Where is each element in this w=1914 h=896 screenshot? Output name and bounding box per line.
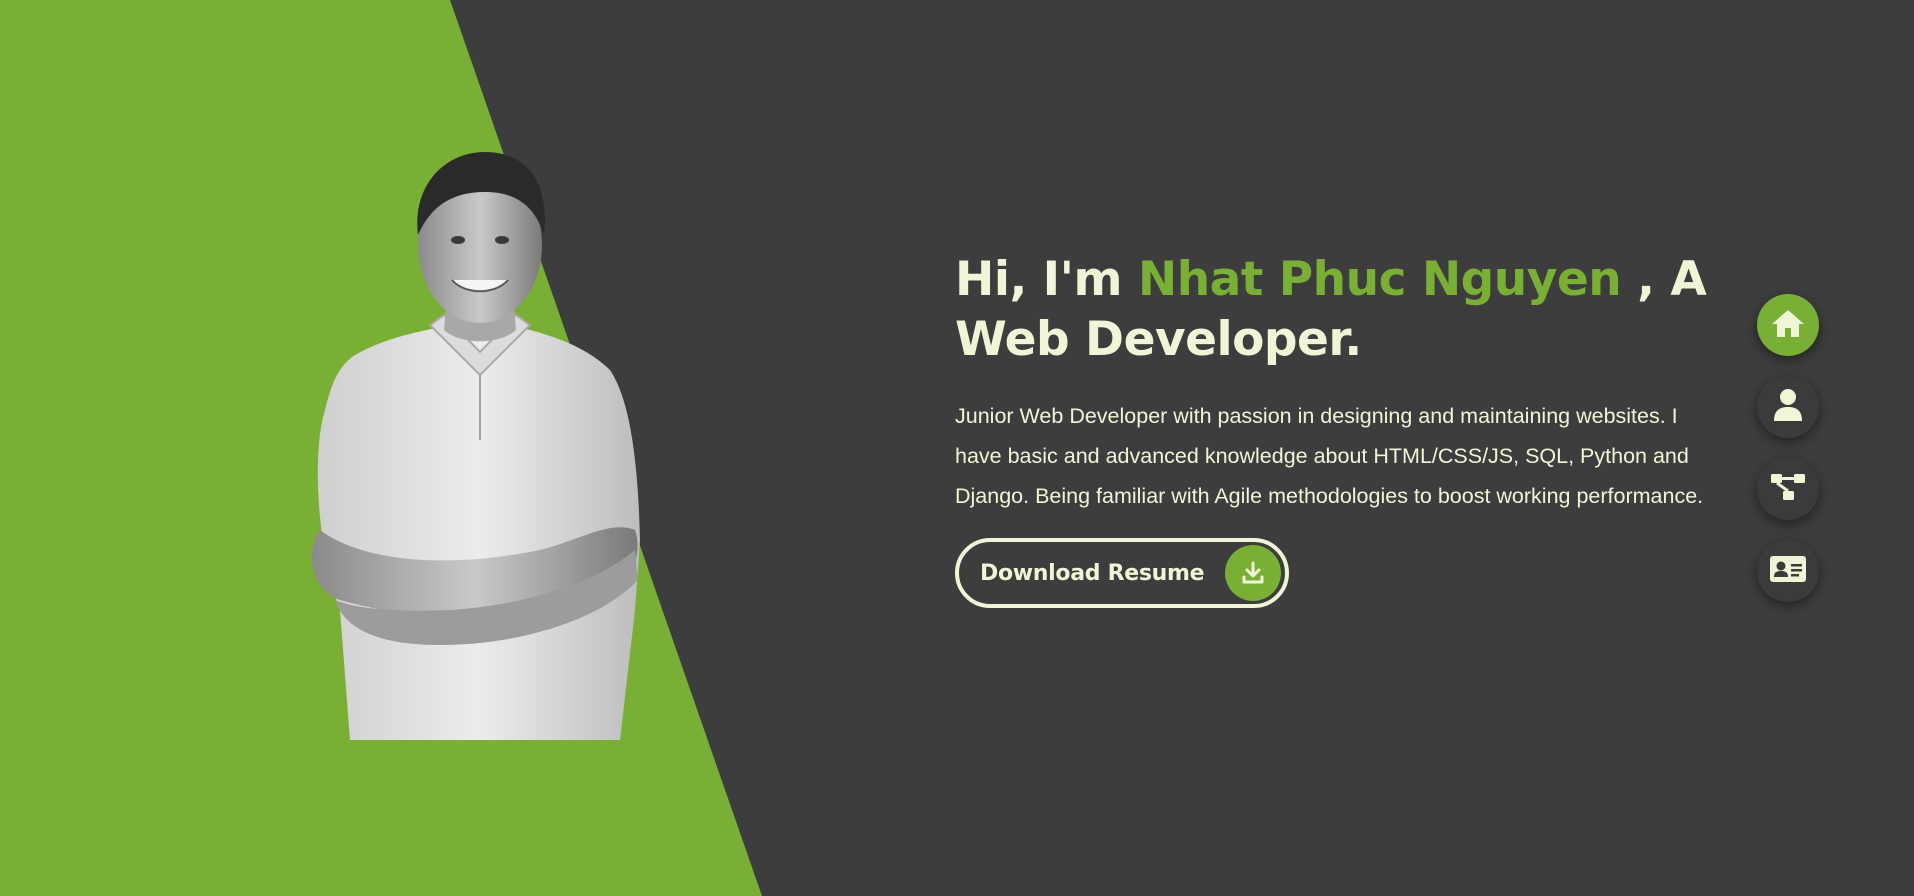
download-icon xyxy=(1225,545,1281,601)
nav-about-button[interactable] xyxy=(1757,376,1819,438)
hero-section: Hi, I'm Nhat Phuc Nguyen , A Web Develope… xyxy=(955,250,1735,608)
job-title: Web Developer. xyxy=(955,312,1362,367)
greeting-text: Hi, I'm xyxy=(955,252,1138,307)
title-suffix: , A xyxy=(1621,252,1707,307)
user-icon xyxy=(1773,388,1803,426)
home-icon xyxy=(1770,307,1806,343)
nav-skills-button[interactable] xyxy=(1757,458,1819,520)
sitemap-icon xyxy=(1770,472,1806,506)
page: Hi, I'm Nhat Phuc Nguyen , A Web Develope… xyxy=(0,0,1914,896)
developer-name: Nhat Phuc Nguyen xyxy=(1137,252,1622,307)
hero-title: Hi, I'm Nhat Phuc Nguyen , A Web Develope… xyxy=(955,250,1735,370)
nav-home-button[interactable] xyxy=(1757,294,1819,356)
download-resume-button[interactable]: Download Resume xyxy=(955,538,1289,608)
contact-card-icon xyxy=(1769,554,1807,588)
side-navigation xyxy=(1757,294,1819,622)
download-resume-label: Download Resume xyxy=(980,560,1205,586)
profile-portrait xyxy=(311,152,640,740)
nav-contact-button[interactable] xyxy=(1757,540,1819,602)
hero-description: Junior Web Developer with passion in des… xyxy=(955,404,1704,508)
